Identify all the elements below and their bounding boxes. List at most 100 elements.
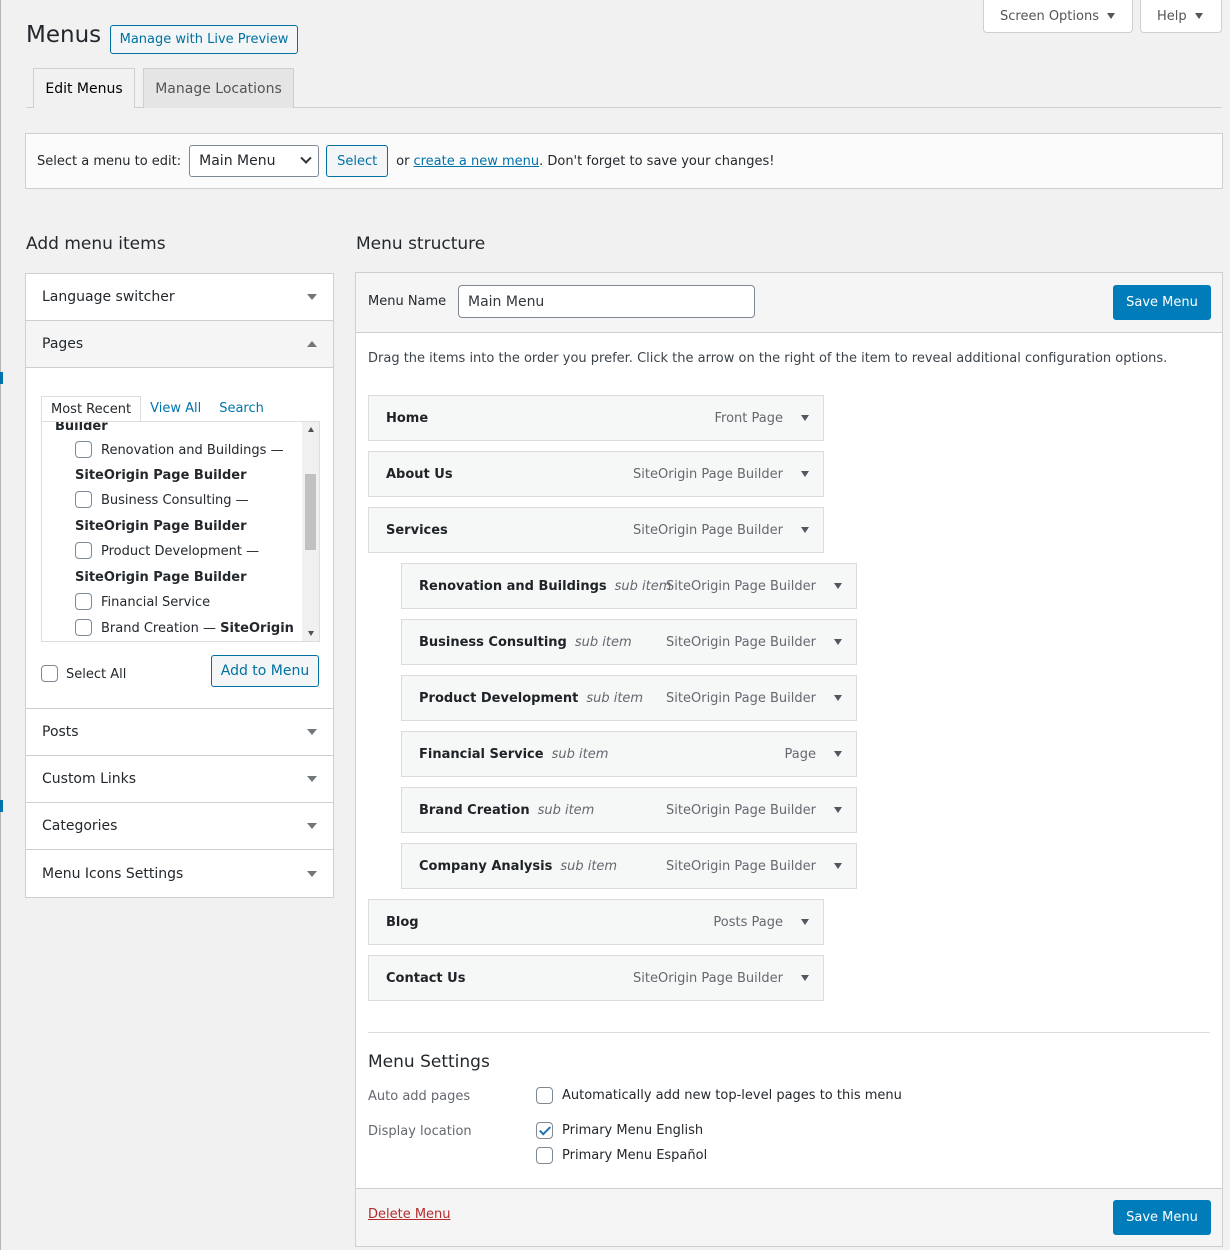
- list-item-suffix: SiteOrigin: [220, 621, 294, 636]
- select-all-checkbox[interactable]: [41, 665, 58, 682]
- expand-arrow-icon[interactable]: [834, 863, 842, 869]
- list-item-title: Brand Creation —: [101, 621, 221, 636]
- add-to-menu-button[interactable]: Add to Menu: [211, 655, 319, 687]
- section-pages[interactable]: Pages: [26, 321, 333, 368]
- arrow-down-icon: [307, 729, 317, 735]
- menu-item[interactable]: Brand Creation sub item SiteOrigin Page Bu…: [401, 787, 857, 833]
- location-checkbox-english[interactable]: [536, 1122, 553, 1139]
- expand-arrow-icon[interactable]: [801, 975, 809, 981]
- caret-down-icon: [1107, 13, 1115, 19]
- menu-item-title: Financial Service: [419, 746, 544, 762]
- menu-item[interactable]: Contact Us SiteOrigin Page Builder: [368, 955, 824, 1001]
- menu-item[interactable]: Product Development sub item SiteOrigin Pa…: [401, 675, 857, 721]
- arrow-up-icon: [307, 341, 317, 347]
- menu-item-type: SiteOrigin Page Builder: [666, 690, 816, 706]
- menu-item-title: Business Consulting: [419, 634, 567, 650]
- section-menu-icons-settings[interactable]: Menu Icons Settings: [26, 850, 333, 897]
- location-checkbox-espanol[interactable]: [536, 1147, 553, 1164]
- expand-arrow-icon[interactable]: [801, 919, 809, 925]
- add-items-accordion: Language switcher Pages Most Recent View…: [25, 273, 334, 898]
- tab-most-recent[interactable]: Most Recent: [41, 396, 142, 422]
- section-posts[interactable]: Posts: [26, 709, 333, 756]
- menu-select-bar: Select a menu to edit: Main Menu Select …: [25, 133, 1223, 189]
- expand-arrow-icon[interactable]: [834, 583, 842, 589]
- selected-menu-value: Main Menu: [199, 153, 276, 169]
- page-checkbox[interactable]: [75, 542, 92, 559]
- expand-arrow-icon[interactable]: [834, 639, 842, 645]
- section-label: Language switcher: [42, 289, 175, 305]
- section-custom-links[interactable]: Custom Links: [26, 756, 333, 803]
- page-checkbox[interactable]: [75, 491, 92, 508]
- menu-item-sub-label: sub item: [551, 746, 609, 762]
- section-categories[interactable]: Categories: [26, 803, 333, 850]
- expand-arrow-icon[interactable]: [834, 695, 842, 701]
- menu-name-input[interactable]: Main Menu: [458, 285, 755, 318]
- tab-search[interactable]: Search: [210, 396, 273, 422]
- menu-item-type: SiteOrigin Page Builder: [666, 634, 816, 650]
- display-location-label: Display location: [368, 1124, 472, 1139]
- tab-manage-locations[interactable]: Manage Locations: [143, 68, 294, 108]
- list-item: SiteOrigin Page Builder: [75, 570, 247, 585]
- scroll-thumb[interactable]: [305, 474, 316, 550]
- location-label: Primary Menu Español: [562, 1148, 708, 1163]
- pages-checklist[interactable]: Builder Renovation and Buildings — SiteO…: [41, 421, 320, 642]
- expand-arrow-icon[interactable]: [801, 471, 809, 477]
- location-option-english[interactable]: Primary Menu English: [536, 1122, 703, 1139]
- auto-add-option[interactable]: Automatically add new top-level pages to…: [536, 1087, 902, 1104]
- save-menu-button[interactable]: Save Menu: [1113, 285, 1211, 320]
- save-reminder: . Don't forget to save your changes!: [539, 153, 775, 169]
- create-new-menu-link[interactable]: create a new menu: [413, 154, 539, 169]
- scrollbar[interactable]: [302, 422, 319, 641]
- menu-name-label: Menu Name: [368, 294, 447, 309]
- menu-item[interactable]: Renovation and Buildings sub item SiteOrig…: [401, 563, 857, 609]
- section-language-switcher[interactable]: Language switcher: [26, 274, 333, 321]
- expand-arrow-icon[interactable]: [834, 807, 842, 813]
- menu-item-sub-label: sub item: [574, 634, 632, 650]
- auto-add-checkbox[interactable]: [536, 1087, 553, 1104]
- page-checkbox[interactable]: [75, 441, 92, 458]
- settings-divider: [368, 1032, 1210, 1033]
- menu-item-type: Page: [784, 746, 816, 762]
- location-option-espanol[interactable]: Primary Menu Español: [536, 1147, 707, 1164]
- menu-item-type: SiteOrigin Page Builder: [633, 970, 783, 986]
- menu-item[interactable]: Company Analysis sub item SiteOrigin Page …: [401, 843, 857, 889]
- menu-item[interactable]: Business Consulting sub item SiteOrigin Pa…: [401, 619, 857, 665]
- live-preview-button[interactable]: Manage with Live Preview: [110, 25, 298, 54]
- help-button[interactable]: Help: [1140, 0, 1222, 33]
- menu-item[interactable]: Services SiteOrigin Page Builder: [368, 507, 824, 553]
- menu-select-dropdown[interactable]: Main Menu: [189, 145, 320, 177]
- menu-item-sub-label: sub item: [537, 802, 595, 818]
- caret-down-icon: [1194, 13, 1203, 19]
- menu-item-type: Posts Page: [713, 914, 783, 930]
- select-button[interactable]: Select: [326, 145, 389, 177]
- menu-item-type: SiteOrigin Page Builder: [666, 858, 816, 874]
- delete-menu-link[interactable]: Delete Menu: [368, 1207, 451, 1222]
- auto-add-text: Automatically add new top-level pages to…: [562, 1088, 902, 1103]
- menu-item-type: SiteOrigin Page Builder: [666, 802, 816, 818]
- menu-item[interactable]: Home Front Page: [368, 395, 824, 441]
- menu-structure-panel: Menu Name Main Menu Save Menu Drag the i…: [355, 272, 1223, 1247]
- menu-item-title: Company Analysis: [419, 858, 553, 874]
- expand-arrow-icon[interactable]: [801, 415, 809, 421]
- menu-item[interactable]: Blog Posts Page: [368, 899, 824, 945]
- arrow-down-icon: [307, 870, 317, 877]
- expand-arrow-icon[interactable]: [834, 751, 842, 757]
- list-item: Product Development —: [101, 544, 260, 559]
- screen-options-button[interactable]: Screen Options: [983, 0, 1133, 33]
- page-checkbox[interactable]: [75, 619, 92, 636]
- menu-item[interactable]: Financial Service sub item Page: [401, 731, 857, 777]
- menu-item-type: SiteOrigin Page Builder: [633, 466, 783, 482]
- menu-item[interactable]: About Us SiteOrigin Page Builder: [368, 451, 824, 497]
- menu-settings-heading: Menu Settings: [368, 1052, 490, 1072]
- scroll-up-icon: [308, 427, 314, 432]
- screen-options-label: Screen Options: [1000, 8, 1099, 24]
- tab-view-all[interactable]: View All: [141, 396, 210, 422]
- section-label: Posts: [42, 724, 79, 740]
- page-checkbox[interactable]: [75, 593, 92, 610]
- save-menu-button-bottom[interactable]: Save Menu: [1113, 1200, 1211, 1235]
- tab-edit-menus[interactable]: Edit Menus: [33, 68, 135, 108]
- or-text: or: [396, 153, 410, 169]
- help-label: Help: [1157, 8, 1187, 24]
- list-item: Business Consulting —: [101, 493, 249, 508]
- expand-arrow-icon[interactable]: [801, 527, 809, 533]
